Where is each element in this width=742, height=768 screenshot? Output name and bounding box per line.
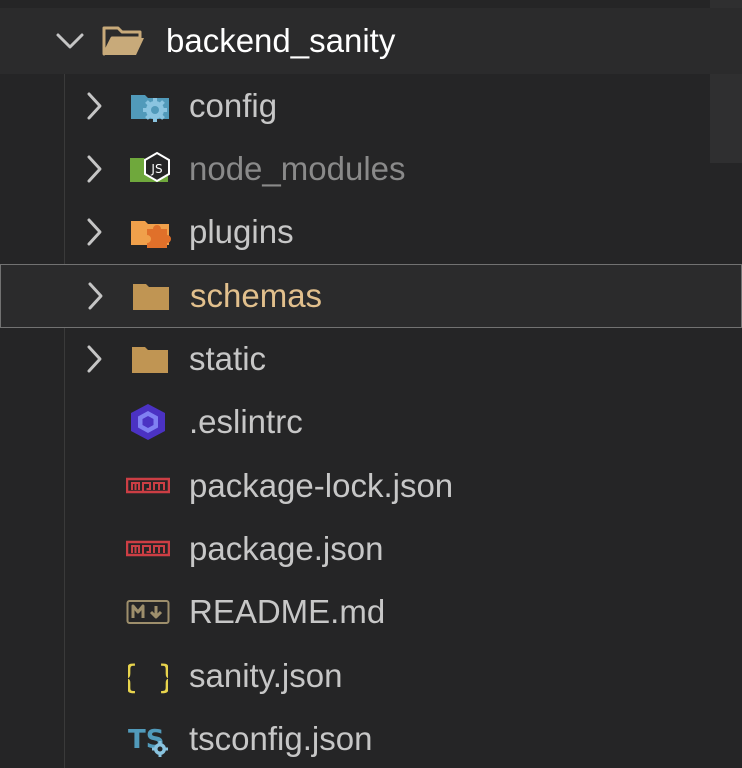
tree-item-label: package-lock.json <box>189 467 454 504</box>
tree-item-readme-md[interactable]: README.md <box>0 580 742 644</box>
file-explorer: backend_sanity config JS node_modules pl… <box>0 0 742 768</box>
tree-item-sanity-json[interactable]: { } sanity.json <box>0 644 742 708</box>
chevron-right-icon[interactable] <box>79 265 111 327</box>
tree-item-eslintrc[interactable]: .eslintrc <box>0 390 742 454</box>
tree-item-plugins[interactable]: plugins <box>0 200 742 264</box>
tree-item-label: config <box>189 87 278 124</box>
chevron-right-icon[interactable] <box>78 74 110 138</box>
tree-item-label: sanity.json <box>189 657 343 694</box>
plugins-folder-icon <box>128 212 172 252</box>
config-folder-icon <box>128 86 172 126</box>
npm-icon <box>126 466 170 506</box>
root-folder-label: backend_sanity <box>166 22 396 59</box>
chevron-right-icon[interactable] <box>78 137 110 201</box>
tree-item-package-lock-json[interactable]: package-lock.json <box>0 454 742 518</box>
tree-item-label: schemas <box>190 277 323 314</box>
tree-item-package-json[interactable]: package.json <box>0 517 742 581</box>
tree-item-label: tsconfig.json <box>189 720 373 757</box>
svg-text:JS: JS <box>150 162 162 176</box>
tree-item-label: node_modules <box>189 150 406 187</box>
tree-root-folder[interactable]: backend_sanity <box>0 8 742 74</box>
chevron-right-icon[interactable] <box>78 200 110 264</box>
node-modules-folder-icon: JS <box>128 149 172 189</box>
tsconfig-icon: TS <box>126 719 170 759</box>
tree-item-label: .eslintrc <box>189 403 303 440</box>
tree-item-schemas[interactable]: schemas <box>0 264 742 328</box>
json-braces-icon: { } <box>126 656 170 696</box>
tree-item-label: static <box>189 340 267 377</box>
tree-item-static[interactable]: static <box>0 327 742 391</box>
eslint-icon <box>126 402 170 442</box>
tree-item-label: plugins <box>189 213 294 250</box>
chevron-down-icon[interactable] <box>54 8 86 74</box>
tree-item-tsconfig-json[interactable]: TS tsconfig.json <box>0 707 742 768</box>
npm-icon <box>126 529 170 569</box>
open-folder-icon <box>102 21 146 61</box>
tree-item-config[interactable]: config <box>0 74 742 138</box>
folder-icon <box>129 276 173 316</box>
tree-item-label: package.json <box>189 530 384 567</box>
folder-icon <box>128 339 172 379</box>
tree-item-node-modules[interactable]: JS node_modules <box>0 137 742 201</box>
svg-text:{ }: { } <box>128 658 168 695</box>
chevron-right-icon[interactable] <box>78 327 110 391</box>
tree-item-label: README.md <box>189 593 386 630</box>
markdown-icon <box>126 592 170 632</box>
